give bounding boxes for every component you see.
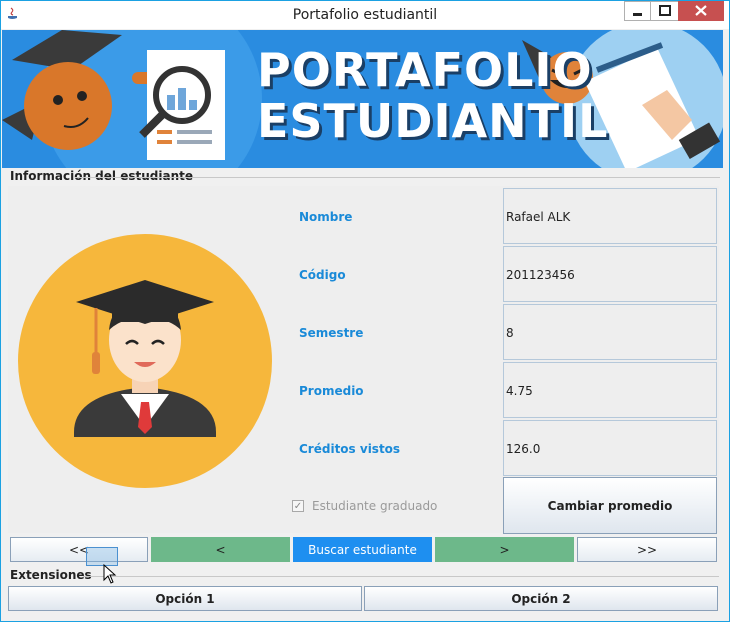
label-creditos-vistos: Créditos vistos: [299, 442, 401, 456]
close-button[interactable]: [678, 1, 724, 21]
window-title: Portafolio estudiantil: [292, 7, 438, 23]
banner-title-line1: PORTAFOLIO: [257, 43, 593, 97]
value-nombre: Rafael ALK: [506, 210, 571, 224]
label-promedio: Promedio: [299, 384, 364, 398]
extensions-title: Extensiones: [10, 568, 92, 582]
checkbox-checked-icon: ✓: [292, 500, 304, 512]
value-semestre: 8: [506, 326, 514, 340]
change-average-button[interactable]: Cambiar promedio: [503, 477, 717, 534]
mouse-cursor-icon: [103, 564, 117, 584]
minimize-icon: [633, 13, 642, 16]
field-promedio: [503, 362, 717, 418]
student-info-title: Información del estudiante: [10, 169, 193, 183]
option1-button[interactable]: Opción 1: [8, 586, 362, 611]
minimize-button[interactable]: [624, 1, 650, 21]
previous-student-button[interactable]: <: [151, 537, 290, 562]
student-avatar-icon: [18, 234, 272, 488]
field-semestre: [503, 304, 717, 360]
app-window: Portafolio estudiantil PORTAFOLIO ESTUDI…: [0, 0, 730, 622]
section-divider: [75, 177, 720, 178]
search-student-button[interactable]: Buscar estudiante: [293, 537, 432, 562]
banner-title-line2: ESTUDIANTIL: [257, 94, 609, 148]
first-student-button[interactable]: <<: [10, 537, 148, 562]
graduated-label: Estudiante graduado: [312, 499, 438, 513]
value-promedio: 4.75: [506, 384, 533, 398]
document-magnifier-icon: [139, 50, 225, 160]
value-creditos-vistos: 126.0: [506, 442, 541, 456]
close-icon: [695, 5, 707, 16]
mascot-left-icon: [24, 62, 112, 150]
portfolio-banner: PORTAFOLIO ESTUDIANTIL: [2, 30, 723, 168]
maximize-button[interactable]: [650, 1, 678, 21]
extensions-divider: [83, 576, 719, 577]
maximize-icon: [659, 5, 671, 16]
last-student-button[interactable]: >>: [577, 537, 717, 562]
label-semestre: Semestre: [299, 326, 364, 340]
label-nombre: Nombre: [299, 210, 353, 224]
value-codigo: 201123456: [506, 268, 575, 282]
next-student-button[interactable]: >: [435, 537, 574, 562]
label-codigo: Código: [299, 268, 346, 282]
option2-button[interactable]: Opción 2: [364, 586, 718, 611]
title-bar[interactable]: Portafolio estudiantil: [1, 1, 729, 29]
